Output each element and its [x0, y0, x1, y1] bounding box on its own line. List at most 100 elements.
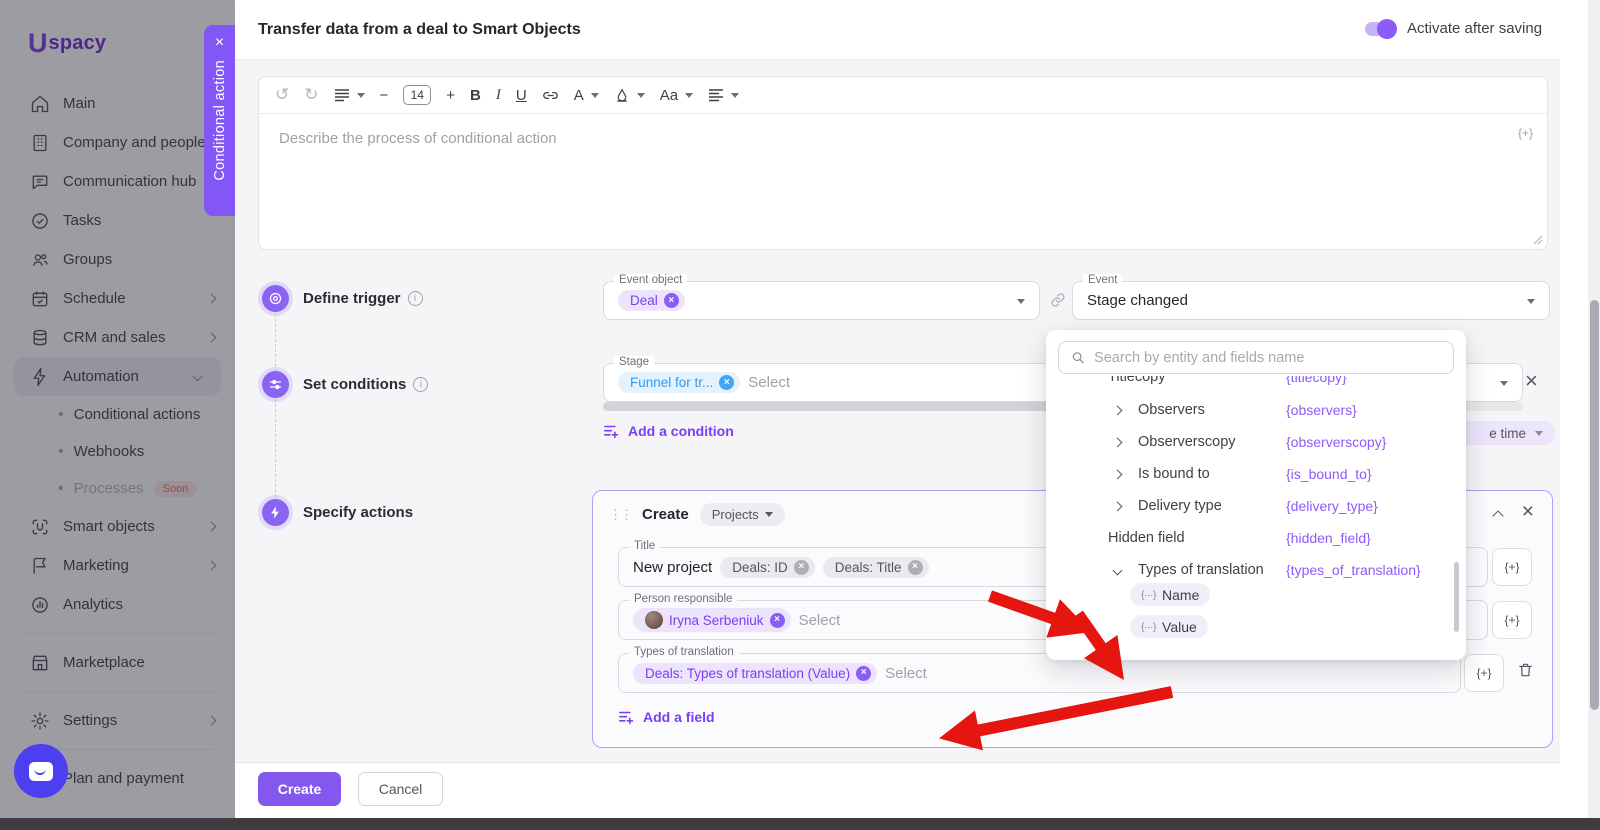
person-chip-iryna-serbeniuk[interactable]: Iryna Serbeniuk ×: [633, 608, 791, 632]
insert-token-button[interactable]: {+}: [1464, 654, 1504, 692]
chip-remove-icon[interactable]: ×: [770, 613, 785, 628]
chevron-down-icon: [1113, 565, 1123, 575]
highlight-color-button[interactable]: [614, 87, 645, 103]
activate-toggle[interactable]: [1365, 22, 1395, 36]
field-row-name: Titlecopy: [1108, 376, 1165, 385]
collapse-card-button[interactable]: [1494, 507, 1502, 525]
close-icon[interactable]: ×: [215, 35, 224, 51]
create-button[interactable]: Create: [258, 772, 341, 806]
chip-remove-icon[interactable]: ×: [794, 560, 809, 575]
chip-remove-icon[interactable]: ×: [908, 560, 923, 575]
conditions-step-icon: [262, 371, 289, 398]
line-height-button[interactable]: [334, 88, 365, 102]
text-color-button[interactable]: A: [574, 87, 599, 104]
bold-button[interactable]: B: [470, 87, 481, 104]
activate-toggle-label: Activate after saving: [1407, 20, 1542, 37]
conditional-action-tab[interactable]: × Conditional action: [204, 25, 235, 216]
types-chip-deals-types-of-translation-value[interactable]: Deals: Types of translation (Value) ×: [633, 663, 877, 684]
select-placeholder: Select: [748, 374, 790, 391]
dropdown-scrollbar-thumb[interactable]: [1454, 562, 1459, 632]
insert-token-button[interactable]: {+}: [1518, 126, 1533, 140]
entity-select[interactable]: Projects: [700, 503, 785, 526]
align-button[interactable]: [708, 88, 739, 102]
title-chip-deals-id[interactable]: Deals: ID ×: [720, 557, 815, 578]
dropdown-search[interactable]: [1058, 341, 1454, 374]
field-row-token: {titlecopy}: [1286, 376, 1347, 385]
insert-token-button[interactable]: {+}: [1492, 548, 1532, 586]
panel-footer: Create Cancel: [235, 762, 1560, 818]
avatar: [645, 611, 663, 629]
undo-button[interactable]: ↺: [275, 85, 289, 105]
stage-label: Stage: [614, 356, 654, 368]
insert-token-button[interactable]: {+}: [1492, 601, 1532, 639]
dropdown-suboption-name[interactable]: {···} Name: [1130, 583, 1210, 606]
types-of-translation-label: Types of translation: [629, 646, 739, 658]
font-size-increase-button[interactable]: +: [446, 87, 455, 104]
chevron-down-icon: [637, 93, 645, 98]
select-placeholder: Select: [799, 612, 841, 629]
italic-button[interactable]: I: [496, 87, 501, 104]
chevron-down-icon: [591, 93, 599, 98]
title-field-text: New project: [633, 559, 712, 576]
info-icon[interactable]: i: [413, 377, 428, 392]
event-object-label: Event object: [614, 274, 687, 286]
dropdown-row-clipped[interactable]: Titlecopy {titlecopy}: [1046, 376, 1466, 390]
add-field-button[interactable]: Add a field: [618, 709, 715, 725]
event-object-select[interactable]: Event object Deal ×: [603, 281, 1040, 320]
underline-button[interactable]: U: [516, 87, 527, 104]
search-icon: [1071, 350, 1085, 365]
chip-remove-icon[interactable]: ×: [719, 375, 734, 390]
token-icon: {···}: [1141, 589, 1156, 601]
add-condition-button[interactable]: Add a condition: [603, 423, 734, 439]
chevron-right-icon: [1113, 437, 1123, 447]
drag-handle-icon[interactable]: ⋮⋮: [609, 507, 631, 523]
cancel-button[interactable]: Cancel: [358, 772, 443, 806]
event-object-chip-deal[interactable]: Deal ×: [618, 290, 685, 311]
dropdown-row-is-bound-to[interactable]: Is bound to {is_bound_to}: [1046, 458, 1466, 490]
font-size-value[interactable]: 14: [403, 85, 431, 105]
conditional-action-tab-label: Conditional action: [212, 60, 228, 181]
dropdown-row-observerscopy[interactable]: Observerscopy {observerscopy}: [1046, 426, 1466, 458]
specify-actions-label: Specify actions: [303, 504, 413, 521]
remove-action-button[interactable]: ×: [1522, 501, 1534, 522]
font-size-decrease-button[interactable]: −: [380, 87, 389, 104]
dropdown-row-delivery-type[interactable]: Delivery type {delivery_type}: [1046, 490, 1466, 522]
chip-remove-icon[interactable]: ×: [664, 293, 679, 308]
remove-condition-button[interactable]: ×: [1525, 370, 1538, 392]
text-case-label: Aa: [660, 87, 678, 104]
dropdown-row-types-of-translation[interactable]: Types of translation {types_of_translati…: [1046, 554, 1466, 586]
trigger-step-icon: [262, 285, 289, 312]
dropdown-row-hidden-field[interactable]: Hidden field {hidden_field}: [1046, 522, 1466, 554]
redo-button[interactable]: ↻: [304, 85, 318, 105]
zap-icon: [268, 505, 283, 520]
editor-body[interactable]: Describe the process of conditional acti…: [259, 114, 1547, 249]
conditional-action-panel: Transfer data from a deal to Smart Objec…: [235, 0, 1560, 818]
link-button[interactable]: [542, 87, 559, 104]
line-height-icon: [334, 88, 350, 102]
add-list-icon: [618, 710, 635, 725]
support-chat-button[interactable]: [14, 744, 68, 798]
chevron-down-icon: [1527, 299, 1535, 304]
title-chip-deals-title[interactable]: Deals: Title ×: [823, 557, 929, 578]
dropdown-row-observers[interactable]: Observers {observers}: [1046, 394, 1466, 426]
chevron-down-icon: [731, 93, 739, 98]
text-case-button[interactable]: Aa: [660, 87, 693, 104]
chevron-down-icon: [1535, 431, 1543, 436]
page-scrollbar-thumb[interactable]: [1590, 300, 1599, 710]
resize-handle[interactable]: [1533, 235, 1543, 245]
dropdown-suboption-value[interactable]: {···} Value: [1130, 615, 1208, 638]
chevron-right-icon: [1113, 405, 1123, 415]
stage-chip-funnel[interactable]: Funnel for tr... ×: [618, 372, 740, 393]
modal-backdrop: [0, 0, 235, 830]
search-input[interactable]: [1094, 350, 1441, 366]
window-bottom-edge: [0, 818, 1600, 830]
chevron-down-icon: [1017, 299, 1025, 304]
info-icon[interactable]: i: [408, 291, 423, 306]
editor-toolbar: ↺ ↻ − 14 + B I U A: [259, 77, 1547, 114]
event-select[interactable]: Event Stage changed: [1072, 281, 1550, 320]
chevron-down-icon: [1500, 381, 1508, 386]
chip-remove-icon[interactable]: ×: [856, 666, 871, 681]
trash-icon[interactable]: [1517, 661, 1534, 679]
editor-placeholder: Describe the process of conditional acti…: [279, 130, 557, 147]
fields-dropdown: Titlecopy {titlecopy} Observers {observe…: [1046, 330, 1466, 660]
